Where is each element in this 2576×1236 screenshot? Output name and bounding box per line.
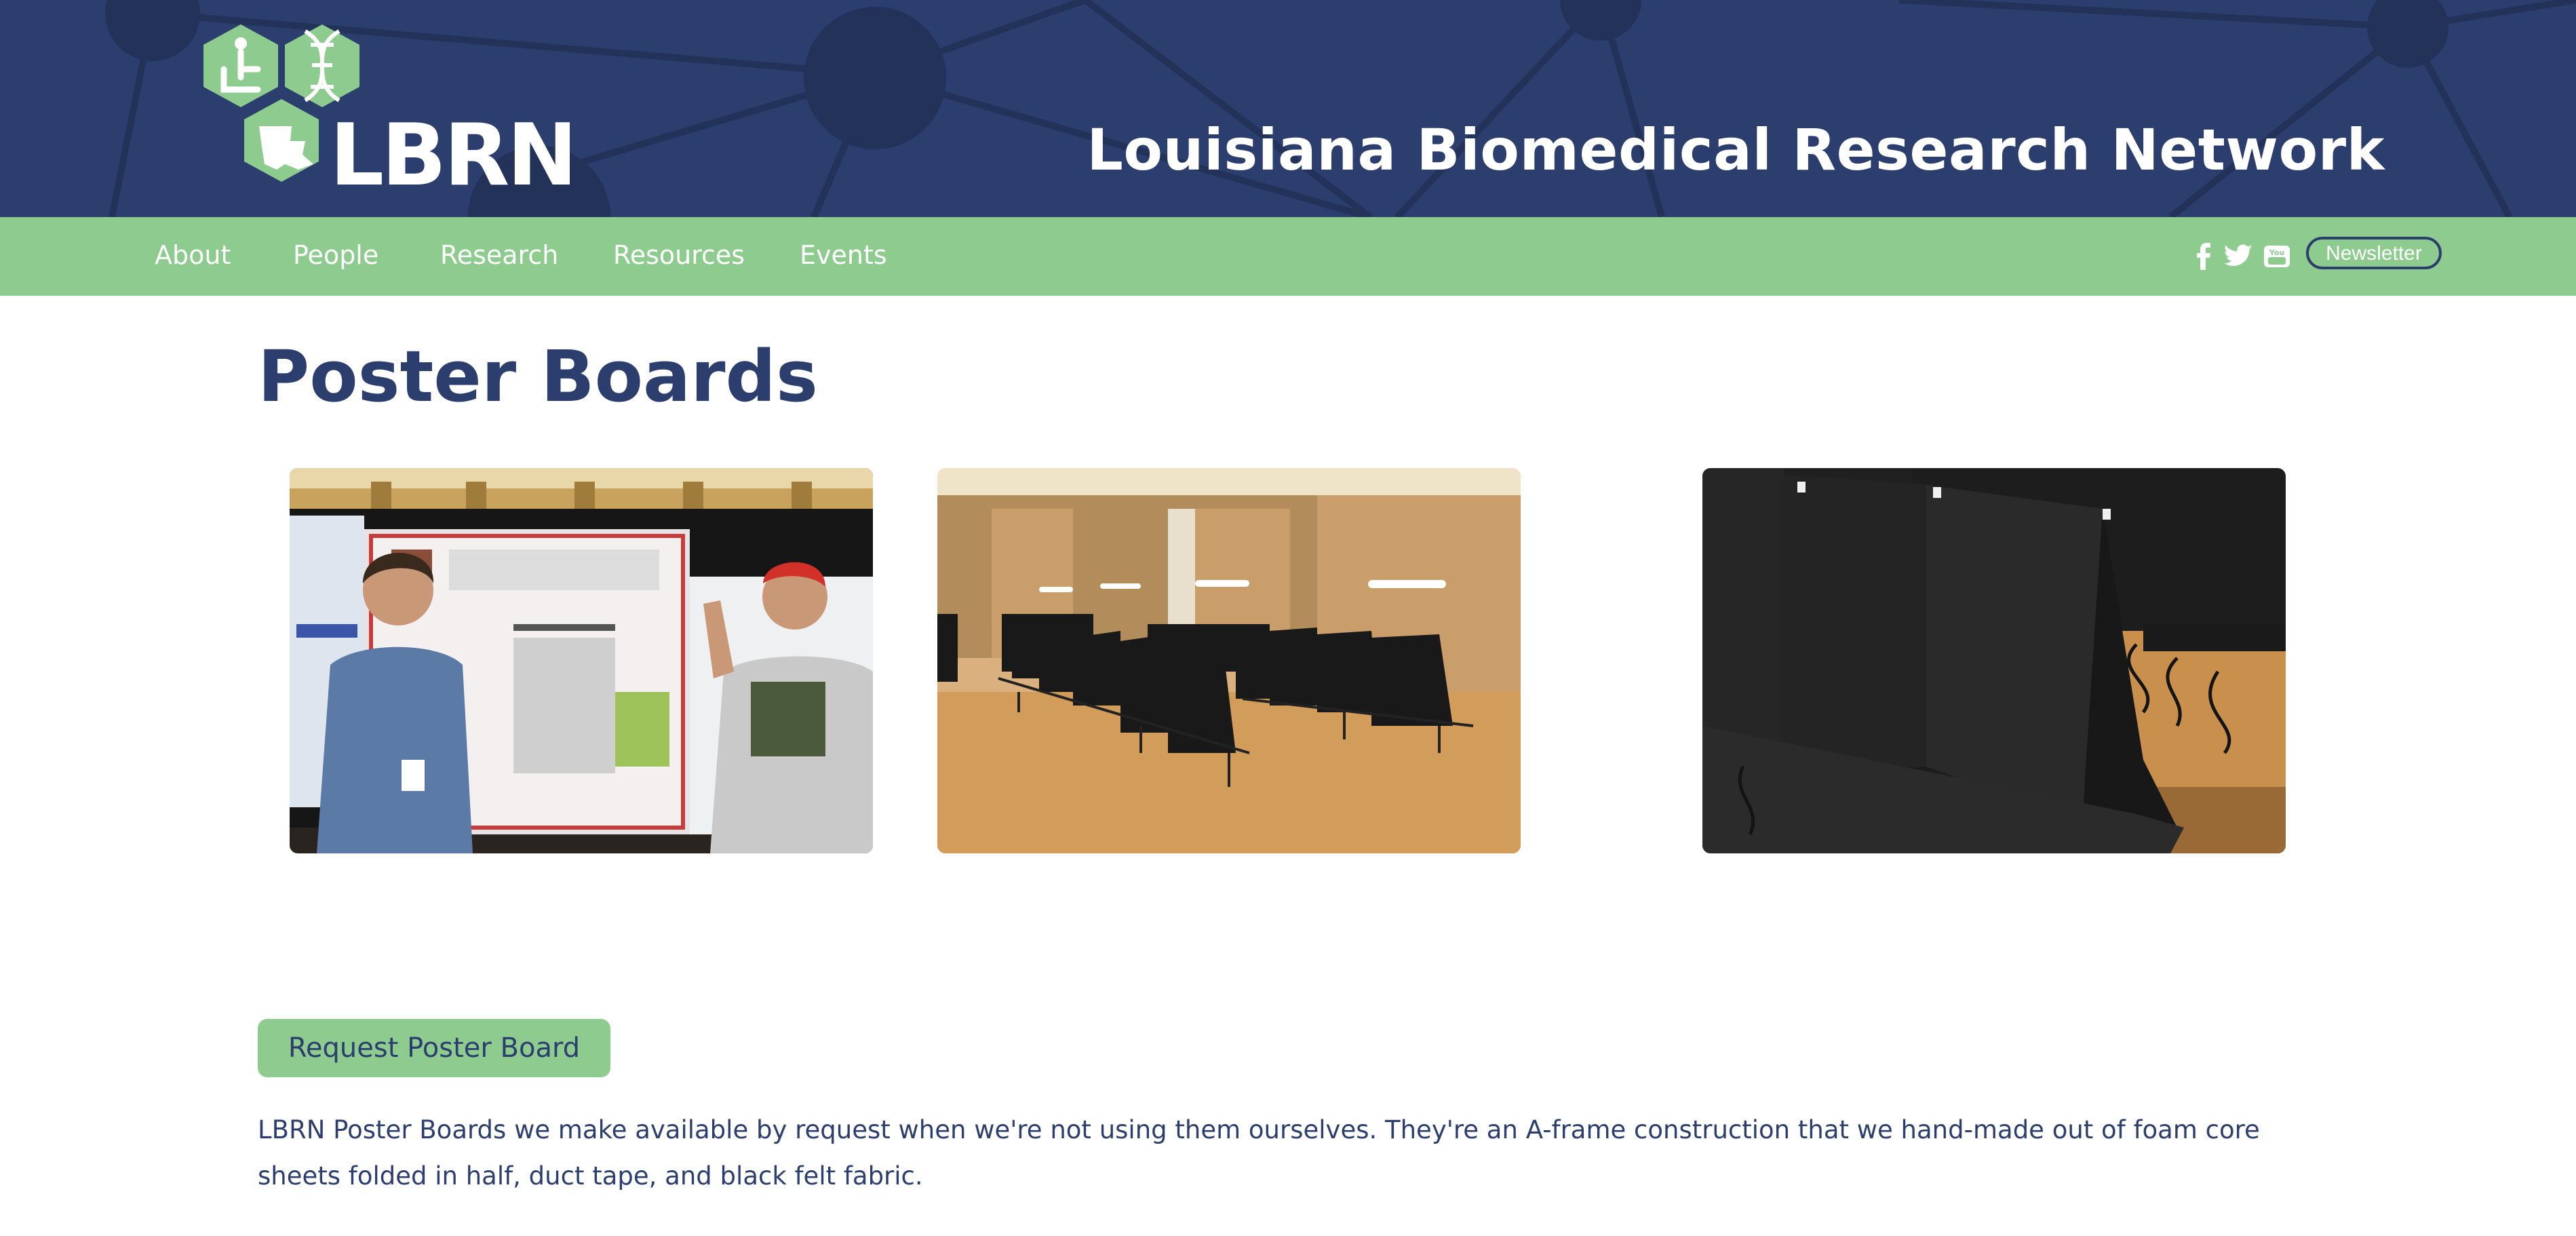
youtube-icon[interactable]: You [2261, 240, 2292, 271]
lbrn-logo[interactable]: LBRN [203, 24, 570, 191]
facebook-icon[interactable] [2188, 240, 2219, 271]
gallery-photo-board-closeup[interactable] [1702, 468, 2286, 853]
site-title: Louisiana Biomedical Research Network [1087, 117, 2385, 183]
nav-item-events[interactable]: Events [800, 240, 887, 270]
request-poster-board-button[interactable]: Request Poster Board [258, 1019, 610, 1077]
page-description: LBRN Poster Boards we make available by … [258, 1115, 2260, 1191]
twitter-icon[interactable] [2225, 240, 2256, 271]
nav-item-research[interactable]: Research [440, 240, 558, 270]
gallery-photo-board-rows[interactable] [937, 468, 1521, 853]
svg-text:LBRN: LBRN [330, 105, 570, 191]
page-title: Poster Boards [258, 335, 818, 418]
nav-item-people[interactable]: People [293, 240, 378, 270]
main-nav: About People Research Resources Events Y… [0, 217, 2576, 296]
svg-text:You: You [2269, 248, 2284, 257]
newsletter-button[interactable]: Newsletter [2306, 237, 2442, 269]
nav-item-about[interactable]: About [155, 240, 231, 270]
site-header: LBRN Louisiana Biomedical Research Netwo… [0, 0, 2576, 217]
gallery-photo-students-presenting[interactable] [290, 468, 873, 853]
nav-item-resources[interactable]: Resources [613, 240, 745, 270]
